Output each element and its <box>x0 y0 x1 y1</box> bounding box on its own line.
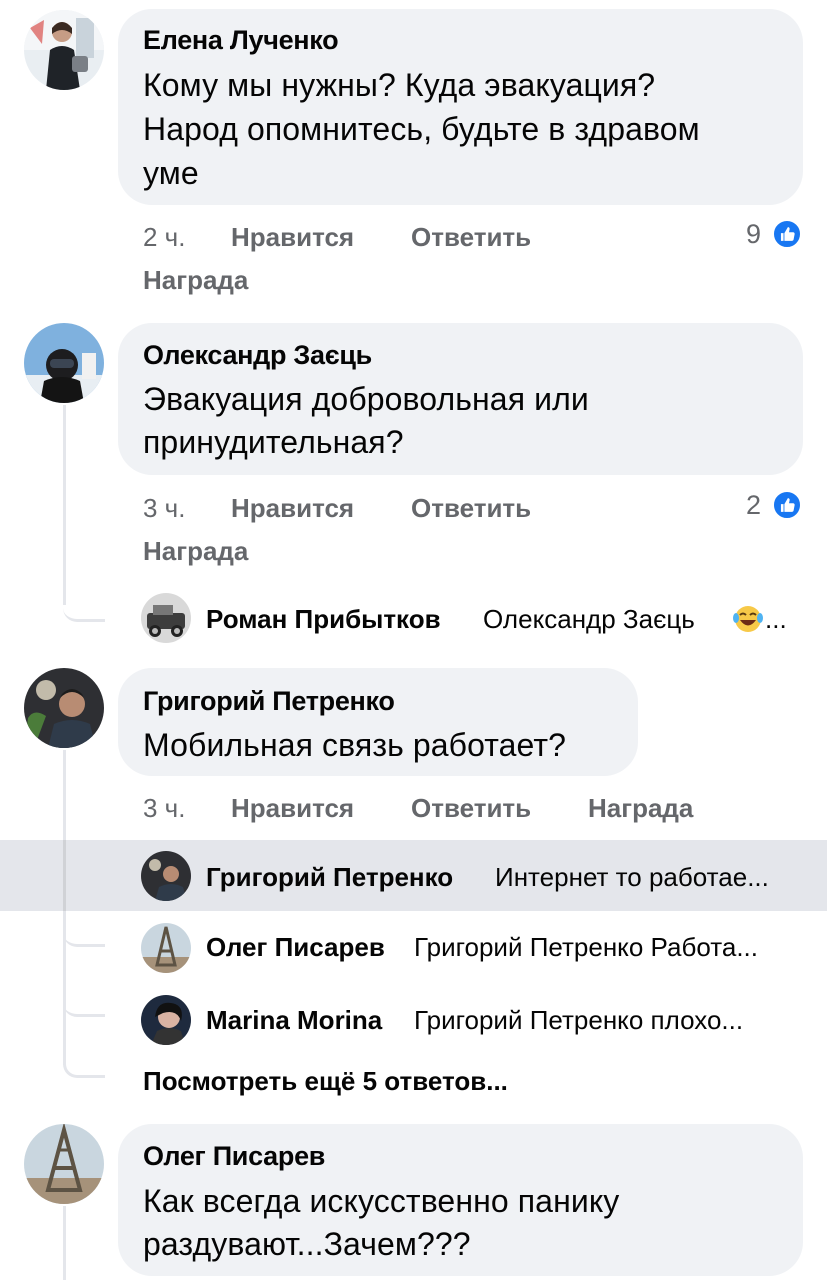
thumbs-up-icon[interactable] <box>772 219 802 249</box>
thread-connector <box>63 1050 105 1078</box>
reply-author[interactable]: Marina Morina <box>206 1005 382 1036</box>
reply-button[interactable]: Ответить <box>411 222 531 253</box>
award-button[interactable]: Награда <box>143 265 248 296</box>
reply-author[interactable]: Олег Писарев <box>206 932 385 963</box>
avatar-oleg[interactable] <box>24 1124 104 1204</box>
thumbs-up-icon[interactable] <box>772 490 802 520</box>
comment-timestamp[interactable]: 2 ч. <box>143 222 185 253</box>
comment-text-line: уме <box>143 155 199 191</box>
award-button[interactable]: Награда <box>143 536 248 567</box>
reply-text[interactable]: Интернет то работае... <box>495 862 769 893</box>
reply-author[interactable]: Григорий Петренко <box>206 862 453 893</box>
like-button[interactable]: Нравится <box>231 493 354 524</box>
comment-text-line: принудительная? <box>143 424 404 460</box>
avatar-marina[interactable] <box>141 995 191 1045</box>
reply-ellipsis: ... <box>765 604 787 634</box>
laughing-tears-emoji <box>733 606 763 632</box>
comment-text-line: раздувают...Зачем??? <box>143 1226 471 1262</box>
thread-line <box>63 405 66 605</box>
comment-author[interactable]: Олег Писарев <box>143 1141 325 1172</box>
comment-text-line: Эвакуация добровольная или <box>143 381 589 417</box>
comment-text-line: Кому мы нужны? Куда эвакуация? <box>143 67 656 103</box>
thread-connector <box>63 920 105 947</box>
comment-timestamp[interactable]: 3 ч. <box>143 493 185 524</box>
like-count[interactable]: 2 <box>746 490 761 521</box>
avatar-grigoriy[interactable] <box>24 668 104 748</box>
thread-connector <box>63 990 105 1017</box>
reply-button[interactable]: Ответить <box>411 793 531 824</box>
thread-connector <box>63 590 105 622</box>
avatar-elena[interactable] <box>24 10 104 90</box>
comment-author[interactable]: Олександр Заєць <box>143 340 372 371</box>
like-count[interactable]: 9 <box>746 219 761 250</box>
avatar-oleksandr[interactable] <box>24 323 104 403</box>
comment-author[interactable]: Елена Лученко <box>143 25 339 56</box>
comment-text-line: Народ опомнитесь, будьте в здравом <box>143 111 700 147</box>
avatar-roman[interactable] <box>141 593 191 643</box>
like-button[interactable]: Нравится <box>231 222 354 253</box>
reply-author[interactable]: Роман Прибытков <box>206 604 441 635</box>
avatar-grigoriy-small[interactable] <box>141 851 191 901</box>
thread-line <box>63 840 66 911</box>
reply-button[interactable]: Ответить <box>411 493 531 524</box>
reply-text[interactable]: Григорий Петренко плохо... <box>414 1005 743 1036</box>
comment-author[interactable]: Григорий Петренко <box>143 686 395 717</box>
comment-text-line: Как всегда искусственно панику <box>143 1183 620 1219</box>
comment-text-line: Мобильная связь работает? <box>143 727 567 763</box>
thread-line <box>63 1206 66 1280</box>
like-button[interactable]: Нравится <box>231 793 354 824</box>
view-more-replies-link[interactable]: Посмотреть ещё 5 ответов... <box>143 1066 508 1097</box>
avatar-oleg-small[interactable] <box>141 923 191 973</box>
comment-timestamp[interactable]: 3 ч. <box>143 793 185 824</box>
award-button[interactable]: Награда <box>588 793 693 824</box>
reply-text[interactable]: Олександр Заєць <box>483 604 695 635</box>
reply-text[interactable]: Григорий Петренко Работа... <box>414 932 758 963</box>
